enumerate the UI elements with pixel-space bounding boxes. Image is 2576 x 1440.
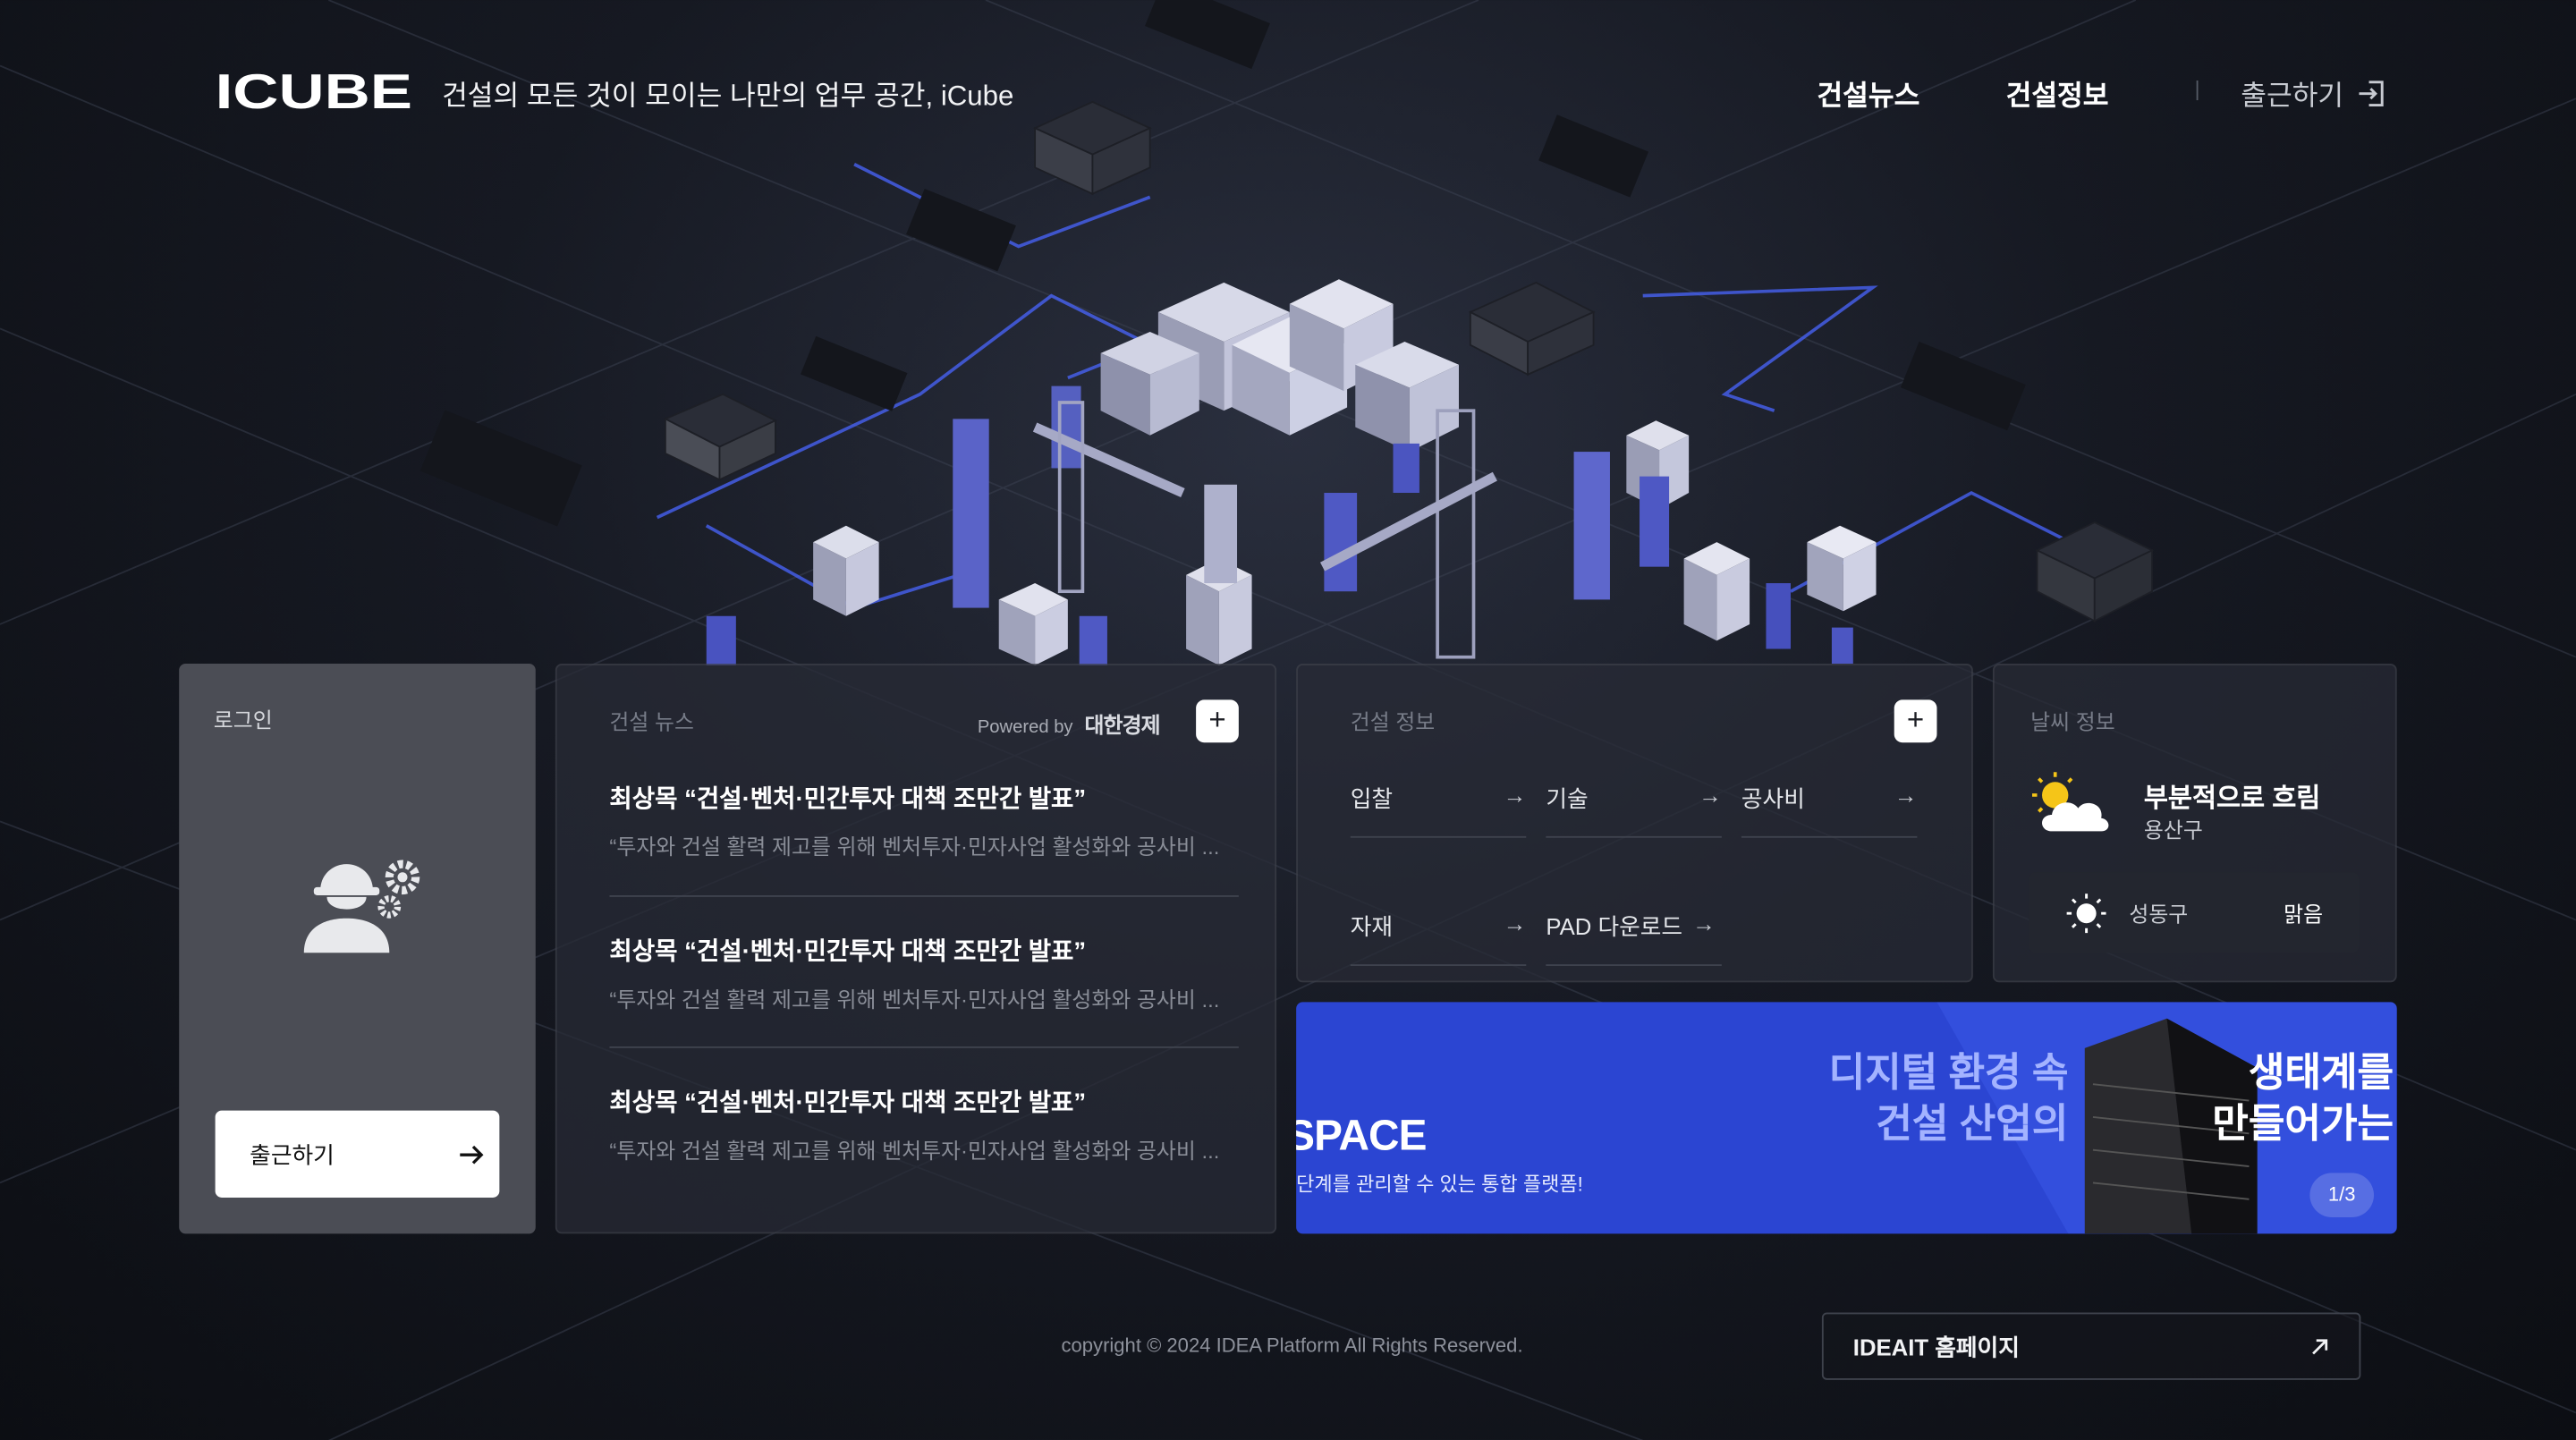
info-link-bid[interactable]: 입찰 →: [1350, 775, 1527, 838]
arrow-right-icon: →: [1894, 782, 1918, 809]
info-link-label: PAD 다운로드: [1546, 913, 1683, 940]
worker-gear-icon: [303, 860, 420, 953]
info-link-tech[interactable]: 기술 →: [1546, 775, 1722, 838]
news-item[interactable]: 최상목 “건설·벤처·민간투자 대책 조만간 발표” “투자와 건설 활력 제고…: [609, 780, 1238, 860]
login-card-title: 로그인: [213, 707, 273, 733]
news-item[interactable]: 최상목 “건설·벤처·민간투자 대책 조만간 발표” “투자와 건설 활력 제고…: [609, 933, 1238, 1013]
news-item-snippet: “투자와 건설 활력 제고를 위해 벤처투자·민자사업 활성화와 공사비 ...: [609, 1138, 1220, 1164]
login-icon: [2358, 80, 2383, 106]
info-link-label: 기술: [1546, 784, 1589, 812]
weather-condition: 부분적으로 흐림: [2143, 784, 2321, 814]
checkin-button-label: 출근하기: [250, 1140, 335, 1167]
ideait-homepage-label: IDEAIT 홈페이지: [1852, 1333, 2020, 1360]
nav-construction-info[interactable]: 건설정보: [2006, 72, 2109, 114]
news-item-snippet: “투자와 건설 활력 제고를 위해 벤처투자·민자사업 활성화와 공사비 ...: [609, 834, 1220, 860]
news-item[interactable]: 최상목 “건설·벤처·민간투자 대책 조만간 발표” “투자와 건설 활력 제고…: [609, 1084, 1238, 1165]
tagline: 건설의 모든 것이 모이는 나만의 업무 공간, iCube: [442, 80, 1014, 112]
banner-headline-line: 건설 산업의: [1876, 1102, 2069, 1148]
banner-headline-left: 디지털 환경 속 건설 산업의: [1829, 1048, 2069, 1150]
info-link-label: 입찰: [1350, 784, 1394, 812]
powered-by: Powered by 대한경제: [977, 708, 1161, 740]
arrow-right-icon: →: [1503, 782, 1527, 809]
banner-pager[interactable]: 1/3: [2309, 1173, 2375, 1217]
info-card-title: 건설 정보: [1350, 709, 1436, 735]
news-card-title: 건설 뉴스: [609, 709, 694, 735]
news-item-title: 최상목 “건설·벤처·민간투자 대책 조만간 발표”: [609, 937, 1087, 966]
info-link-cost[interactable]: 공사비 →: [1741, 775, 1918, 838]
external-link-icon: [2312, 1338, 2328, 1354]
info-link-label: 공사비: [1741, 784, 1805, 812]
info-link-label: 자재: [1350, 913, 1394, 940]
arrow-right-icon: [460, 1144, 484, 1164]
news-divider: [609, 895, 1239, 897]
powered-by-label: Powered by: [977, 717, 1073, 738]
banner-headline-line: 디지털 환경 속: [1828, 1051, 2069, 1097]
publisher-name: 대한경제: [1084, 713, 1161, 738]
nav-construction-news[interactable]: 건설뉴스: [1817, 72, 1919, 114]
sun-icon: [2066, 893, 2106, 933]
arrow-right-icon: →: [1699, 782, 1722, 809]
info-link-material[interactable]: 자재 →: [1350, 903, 1527, 966]
info-link-pad-download[interactable]: PAD 다운로드 →: [1546, 903, 1722, 966]
news-divider: [609, 1046, 1239, 1048]
banner-space-text: SPACE: [1296, 1110, 1427, 1160]
news-item-title: 최상목 “건설·벤처·민간투자 대책 조만간 발표”: [609, 1088, 1087, 1117]
weather-card-title: 날씨 정보: [2030, 709, 2115, 735]
weather-secondary-location: 성동구: [2129, 902, 2189, 927]
nav-divider: [2196, 80, 2199, 101]
icube-logo[interactable]: ICUBE: [216, 69, 412, 112]
weather-secondary-condition: 맑음: [2284, 902, 2324, 927]
partly-cloudy-icon: [2031, 772, 2109, 832]
promo-banner[interactable]: SPACE 단계를 관리할 수 있는 통합 플랫폼! 디지털 환경 속 건설 산…: [1296, 1002, 2397, 1234]
header-checkin-label: 출근하기: [2241, 80, 2344, 112]
info-more-button[interactable]: +: [1894, 699, 1937, 743]
news-item-snippet: “투자와 건설 활력 제고를 위해 벤처투자·민자사업 활성화와 공사비 ...: [609, 987, 1220, 1012]
weather-location: 용산구: [2143, 817, 2203, 843]
copyright: copyright © 2024 IDEA Platform All Right…: [1061, 1334, 1523, 1358]
arrow-right-icon: →: [1692, 910, 1716, 936]
checkin-button[interactable]: 출근하기: [215, 1110, 500, 1198]
banner-headline-line: 만들어가는: [2212, 1102, 2394, 1148]
arrow-right-icon: →: [1503, 910, 1527, 936]
weather-secondary-row: 성동구 맑음: [2029, 872, 2360, 953]
banner-headline-line: 생태계를: [2248, 1051, 2394, 1097]
ideait-homepage-button[interactable]: IDEAIT 홈페이지: [1821, 1312, 2361, 1380]
header-checkin-link[interactable]: 출근하기: [2241, 72, 2385, 114]
banner-headline-right: 생태계를 만들어가는: [2212, 1048, 2394, 1150]
svg-text:ICUBE: ICUBE: [216, 69, 412, 112]
banner-subtitle: 단계를 관리할 수 있는 통합 플랫폼!: [1296, 1173, 1583, 1197]
news-more-button[interactable]: +: [1196, 699, 1239, 743]
news-item-title: 최상목 “건설·벤처·민간투자 대책 조만간 발표”: [609, 784, 1087, 814]
